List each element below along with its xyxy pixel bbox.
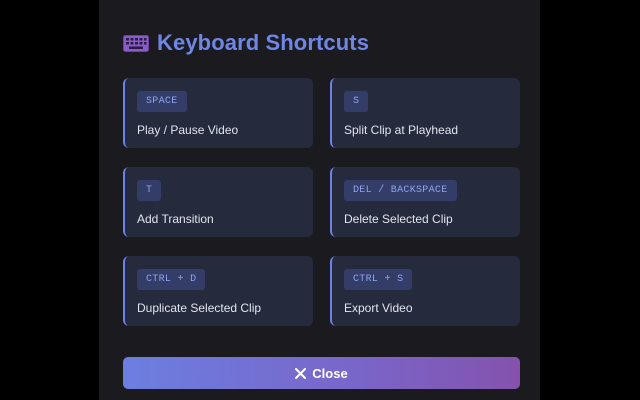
shortcut-grid: SPACE Play / Pause Video S Split Clip at…	[123, 78, 520, 326]
dialog-header: Keyboard Shortcuts	[123, 28, 369, 58]
shortcut-action: Delete Selected Clip	[344, 212, 453, 226]
shortcut-action: Add Transition	[137, 212, 214, 226]
close-icon	[295, 367, 307, 379]
shortcut-key: CTRL + S	[344, 269, 413, 290]
shortcut-key: CTRL + D	[137, 269, 206, 290]
shortcut-key: S	[344, 91, 369, 112]
shortcut-card: CTRL + D Duplicate Selected Clip	[123, 256, 313, 326]
shortcut-card: T Add Transition	[123, 167, 313, 237]
shortcut-card: DEL / BACKSPACE Delete Selected Clip	[330, 167, 520, 237]
close-button-label: Close	[312, 365, 348, 381]
shortcut-card: SPACE Play / Pause Video	[123, 78, 313, 148]
shortcut-key: DEL / BACKSPACE	[344, 180, 457, 201]
shortcut-action: Export Video	[344, 301, 413, 315]
keyboard-icon	[123, 34, 149, 52]
shortcut-key: T	[137, 180, 162, 201]
shortcuts-dialog: Keyboard Shortcuts SPACE Play / Pause Vi…	[99, 0, 540, 400]
shortcut-card: S Split Clip at Playhead	[330, 78, 520, 148]
shortcut-action: Duplicate Selected Clip	[137, 301, 262, 315]
close-button[interactable]: Close	[123, 357, 520, 389]
shortcut-card: CTRL + S Export Video	[330, 256, 520, 326]
shortcut-action: Split Clip at Playhead	[344, 123, 459, 137]
dialog-title: Keyboard Shortcuts	[157, 30, 370, 55]
shortcut-action: Play / Pause Video	[137, 123, 239, 137]
shortcut-key: SPACE	[137, 91, 187, 112]
